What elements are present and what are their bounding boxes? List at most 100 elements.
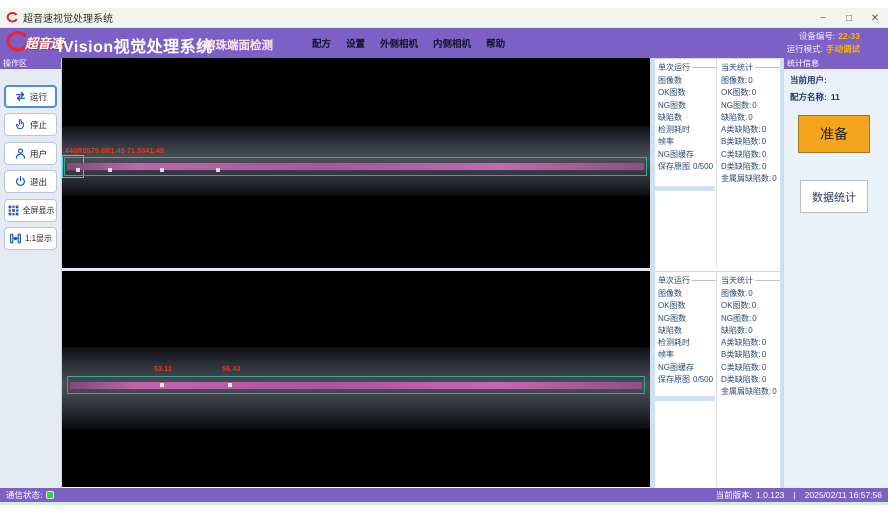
stat-row: 图像数 [658, 75, 716, 87]
one-to-one-button[interactable]: 1:1显示 [4, 227, 57, 250]
window-controls: − □ ✕ [816, 8, 882, 28]
stop-button[interactable]: 停止 [4, 113, 57, 136]
fullscreen-button[interactable]: 全屏显示 [4, 199, 57, 222]
menu-item-outer-camera[interactable]: 外侧相机 [380, 36, 418, 50]
fullscreen-grid-icon [7, 204, 20, 217]
stat-row: 图像数 [658, 288, 716, 300]
stat-row: 保存原图0/500 [658, 161, 716, 173]
power-icon [14, 175, 27, 188]
recipe-name-row: 配方名称:11 [790, 91, 888, 103]
detection-box [64, 157, 647, 176]
stat-row: NG图缓存 [658, 362, 716, 374]
menu-bar: 配方 设置 外侧相机 内侧相机 帮助 [312, 28, 505, 58]
stat-row: B类缺陷数:0 [721, 349, 780, 361]
today-stats-title: 当天统计 [721, 275, 780, 286]
stat-row: NG图缓存 [658, 149, 716, 161]
measurement-annotation: 56.43 [222, 366, 241, 373]
stat-row: A类缺陷数:0 [721, 337, 780, 349]
status-bar-right: 当前版本: 1.0.123 | 2025/02/11 16:57:56 [716, 489, 882, 501]
stat-row: OK图数 [658, 87, 716, 99]
stat-row: 帧率 [658, 136, 716, 148]
sidebar-header: 操作区 [0, 58, 61, 69]
operation-sidebar: 操作区 运行 停止 用户 退出 全屏显示 [0, 58, 62, 488]
stat-row: 缺陷数 [658, 112, 716, 124]
stat-row: OK图数 [658, 300, 716, 312]
comm-status: 通信状态: [6, 489, 54, 501]
stat-row: 检测耗时 [658, 337, 716, 349]
stat-row: 帧率 [658, 349, 716, 361]
detection-box [67, 376, 645, 394]
horizontal-scrollbar[interactable] [655, 396, 715, 401]
app-header: 超音速 IVision视觉处理系统 熔珠端面检测 配方 设置 外侧相机 内侧相机… [0, 28, 888, 58]
comm-status-indicator [46, 491, 54, 499]
maximize-button[interactable]: □ [842, 13, 856, 24]
stat-row: NG图数 [658, 313, 716, 325]
camera-viewport-top: 440R0579.8R1.49 71.5341.49 [62, 58, 650, 268]
app-title: IVision视觉处理系统 [58, 33, 213, 57]
user-icon [14, 147, 27, 160]
window-bottom-edge [0, 502, 888, 505]
stop-hand-icon [14, 118, 27, 131]
exit-button[interactable]: 退出 [4, 170, 57, 193]
camera-viewport-bottom: 53.11 56.43 [62, 271, 650, 487]
datetime-value: 2025/02/11 16:57:56 [805, 490, 882, 500]
menu-item-inner-camera[interactable]: 内侧相机 [433, 36, 471, 50]
stat-row: 缺陷数:0 [721, 325, 780, 337]
run-button[interactable]: 运行 [4, 85, 57, 108]
stat-row: 缺陷数 [658, 325, 716, 337]
stat-row: 检测耗时 [658, 124, 716, 136]
horizontal-scrollbar[interactable] [655, 186, 715, 191]
stat-row: D类缺陷数:0 [721, 161, 780, 173]
stat-row: OK图数:0 [721, 300, 780, 312]
today-stats-column: 当天统计 图像数:0 OK图数:0 NG图数:0 缺陷数:0 A类缺陷数:0 B… [718, 272, 780, 487]
stat-row: 金属屑缺陷数:0 [721, 386, 780, 398]
stat-row: B类缺陷数:0 [721, 136, 780, 148]
measurement-annotation: 53.11 [154, 366, 172, 373]
minimize-button[interactable]: − [816, 13, 830, 24]
menu-item-settings[interactable]: 设置 [346, 36, 365, 50]
stat-row: C类缺陷数:0 [721, 362, 780, 374]
one-to-one-icon [9, 232, 22, 245]
single-run-column: 单次运行 图像数 OK图数 NG图数 缺陷数 检测耗时 帧率 NG图缓存 保存原… [655, 59, 717, 268]
strip-marker [160, 383, 164, 387]
weld-strip [67, 163, 644, 170]
measurement-annotation: 440R0579.8R1.49 71.5341.49 [65, 148, 164, 155]
weld-strip [70, 382, 642, 389]
statistics-info-panel: 统计信息 当前用户: 配方名称:11 准备 数据统计 [783, 58, 888, 488]
stat-row: D类缺陷数:0 [721, 374, 780, 386]
brand-logo-text: 超音速 [25, 33, 63, 52]
single-run-column: 单次运行 图像数 OK图数 NG图数 缺陷数 检测耗时 帧率 NG图缓存 保存原… [655, 272, 717, 487]
stat-row: 图像数:0 [721, 288, 780, 300]
single-run-title: 单次运行 [658, 62, 716, 73]
current-user-row: 当前用户: [790, 74, 888, 86]
stat-row: C类缺陷数:0 [721, 149, 780, 161]
prepare-button[interactable]: 准备 [798, 115, 870, 153]
version-label: 当前版本: [716, 489, 752, 501]
device-info: 设备编号:22-33 运行模式:手动调试 [787, 30, 860, 56]
window-titlebar[interactable]: 超音速视觉处理系统 − □ ✕ [0, 8, 888, 28]
stat-row: 图像数:0 [721, 75, 780, 87]
stat-row: 金属屑缺陷数:0 [721, 173, 780, 185]
close-button[interactable]: ✕ [868, 13, 882, 24]
strip-marker [160, 168, 164, 172]
app-logo-icon [6, 12, 18, 24]
run-cycle-icon [14, 90, 27, 103]
stat-row: A类缺陷数:0 [721, 124, 780, 136]
comm-status-label: 通信状态: [6, 489, 42, 501]
user-button[interactable]: 用户 [4, 142, 57, 165]
recipe-name-value: 11 [831, 92, 840, 102]
status-separator: | [793, 490, 795, 500]
stat-row: NG图数 [658, 100, 716, 112]
stats-section-top: 单次运行 图像数 OK图数 NG图数 缺陷数 检测耗时 帧率 NG图缓存 保存原… [655, 58, 780, 268]
stat-row: 保存原图0/500 [658, 374, 716, 386]
strip-marker [76, 168, 80, 172]
device-number-value: 22-33 [838, 31, 860, 41]
stat-row: NG图数:0 [721, 100, 780, 112]
menu-item-recipe[interactable]: 配方 [312, 36, 331, 50]
window-title: 超音速视觉处理系统 [23, 10, 113, 25]
menu-item-help[interactable]: 帮助 [486, 36, 505, 50]
data-statistics-button[interactable]: 数据统计 [800, 180, 868, 213]
run-mode-value: 手动调试 [826, 44, 860, 54]
version-value: 1.0.123 [756, 490, 784, 500]
app-subtitle: 熔珠端面检测 [204, 37, 273, 53]
